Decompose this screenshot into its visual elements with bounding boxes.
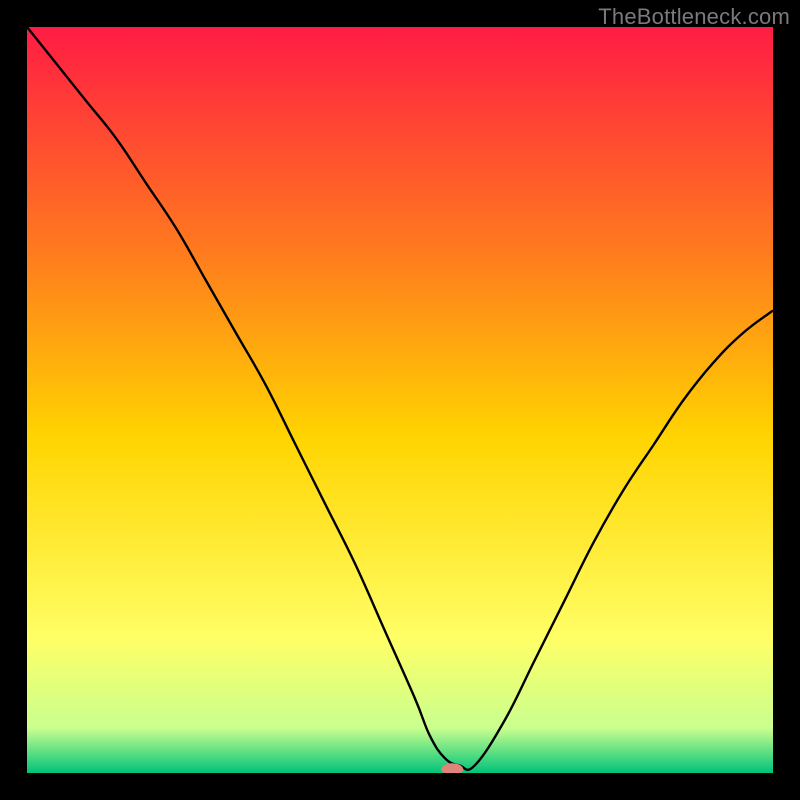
gradient-background <box>27 27 773 773</box>
watermark-text: TheBottleneck.com <box>598 4 790 30</box>
plot-area <box>27 27 773 773</box>
chart-svg <box>27 27 773 773</box>
chart-frame: TheBottleneck.com <box>0 0 800 800</box>
